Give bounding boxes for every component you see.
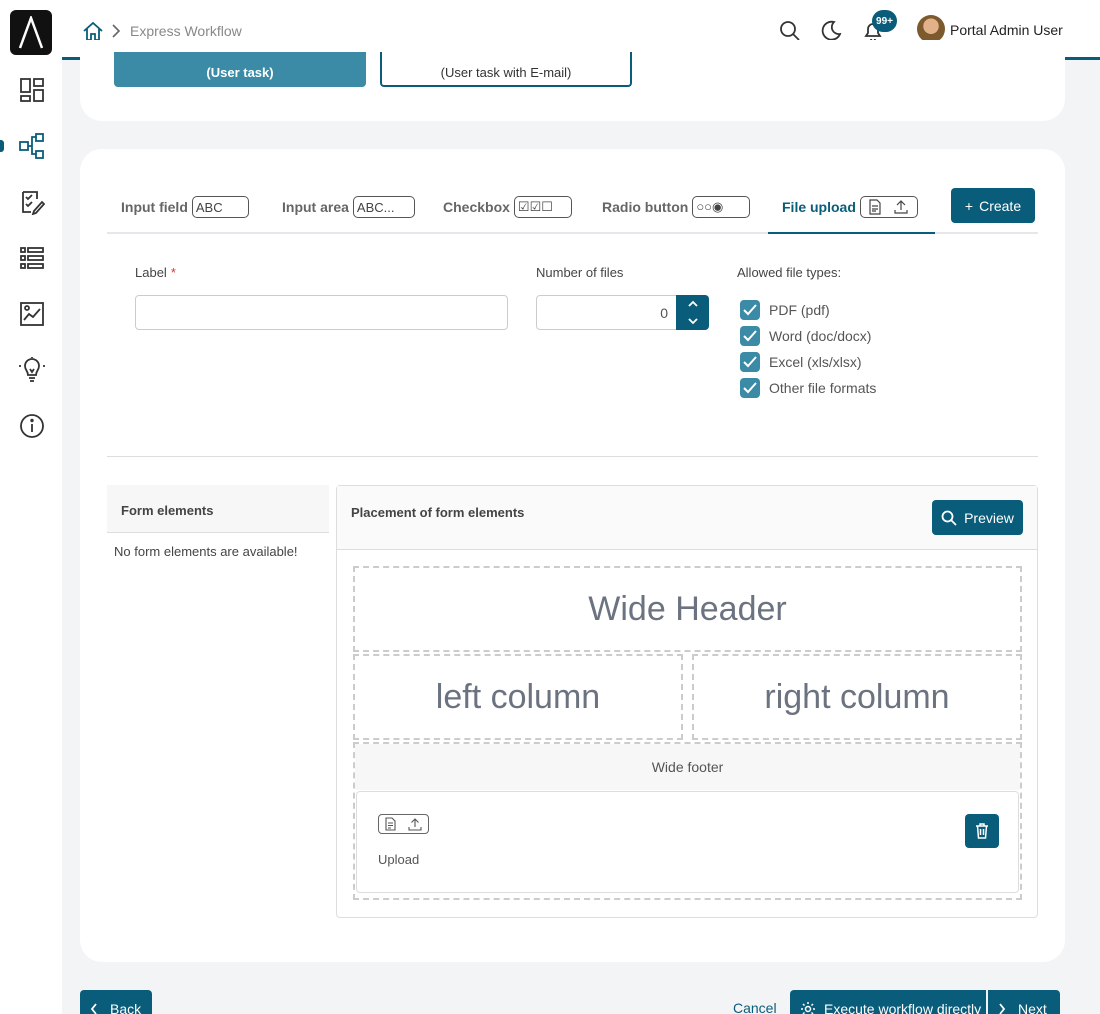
required-mark: * <box>170 265 176 280</box>
tab-checkbox[interactable]: Checkbox ☑☑☐ <box>443 195 572 219</box>
input-field-icon: ABC <box>191 196 249 218</box>
input-area-icon: ABC... <box>352 196 415 218</box>
upload-element-card[interactable]: Upload <box>356 791 1019 893</box>
element-type-tabs: Input field ABC Input area ABC... Checkb… <box>107 181 1038 234</box>
left-column-zone[interactable]: left column <box>353 654 683 740</box>
next-button[interactable]: Next <box>988 990 1060 1014</box>
tab-input-area[interactable]: Input area ABC... <box>282 195 415 219</box>
form-elements-header: Form elements <box>107 485 329 533</box>
label-input[interactable] <box>135 295 508 330</box>
placement-title: Placement of form elements <box>351 505 525 520</box>
dashboard-icon[interactable] <box>18 76 46 104</box>
number-stepper <box>676 295 709 330</box>
lightbulb-icon[interactable] <box>18 356 46 384</box>
tab-input-field[interactable]: Input field ABC <box>121 195 249 219</box>
gear-icon <box>801 1002 815 1014</box>
delete-button[interactable] <box>965 814 999 848</box>
chevron-left-icon <box>90 1003 97 1014</box>
app-logo[interactable] <box>10 10 52 55</box>
plus-icon: + <box>964 197 974 214</box>
placement-panel: Placement of form elements Preview Wide … <box>336 485 1038 918</box>
report-chart-icon[interactable] <box>18 300 46 328</box>
user-task-button[interactable]: (User task) <box>114 52 366 87</box>
workflow-icon[interactable] <box>18 132 46 160</box>
notification-badge: 99+ <box>872 10 897 32</box>
preview-button[interactable]: Preview <box>932 500 1023 535</box>
tab-label: Input area <box>282 199 349 215</box>
back-button[interactable]: Back <box>80 990 152 1014</box>
file-type-other[interactable]: Other file formats <box>740 378 876 398</box>
wide-footer-label: Wide footer <box>355 744 1020 790</box>
tab-label: Checkbox <box>443 199 510 215</box>
avatar[interactable] <box>917 15 945 43</box>
tab-radio-button[interactable]: Radio button ○○◉ <box>602 195 751 219</box>
chevron-right-icon <box>999 1003 1006 1014</box>
section-divider <box>107 456 1038 457</box>
checkbox-checked-icon[interactable] <box>740 352 760 372</box>
task-check-icon[interactable] <box>18 188 46 216</box>
file-type-pdf[interactable]: PDF (pdf) <box>740 300 830 320</box>
tab-label: Radio button <box>602 199 689 215</box>
radio-button-icon: ○○◉ <box>692 196 751 218</box>
task-type-card: (User task) (User task with E-mail) <box>80 40 1065 121</box>
chevron-up-icon[interactable] <box>687 300 699 308</box>
tab-label: Input field <box>121 199 188 215</box>
create-button[interactable]: + Create <box>951 188 1035 223</box>
label-field-label: Label * <box>135 265 176 280</box>
checkbox-checked-icon[interactable] <box>740 326 760 346</box>
file-type-excel[interactable]: Excel (xls/xlsx) <box>740 352 862 372</box>
file-type-word[interactable]: Word (doc/docx) <box>740 326 871 346</box>
chevron-down-icon[interactable] <box>687 317 699 325</box>
form-elements-title: Form elements <box>121 503 214 518</box>
execute-workflow-button[interactable]: Execute workflow directly <box>790 990 986 1014</box>
wide-footer-zone[interactable]: Wide footer Upload <box>353 742 1022 900</box>
right-column-zone[interactable]: right column <box>692 654 1022 740</box>
tab-file-upload[interactable]: File upload <box>782 195 918 219</box>
user-task-email-button[interactable]: (User task with E-mail) <box>380 52 632 87</box>
file-upload-icon <box>859 196 918 218</box>
checkbox-checked-icon[interactable] <box>740 300 760 320</box>
checkbox-checked-icon[interactable] <box>740 378 760 398</box>
chevron-right-icon <box>110 22 122 40</box>
breadcrumb-current: Express Workflow <box>130 23 242 39</box>
user-name[interactable]: Portal Admin User <box>950 22 1063 38</box>
number-of-files-label: Number of files <box>536 265 624 280</box>
checkbox-icon: ☑☑☐ <box>513 196 572 218</box>
trash-icon <box>976 823 988 839</box>
active-tab-underline <box>768 232 935 234</box>
home-icon[interactable] <box>82 20 104 42</box>
cancel-link[interactable]: Cancel <box>733 1000 777 1014</box>
upload-element-label: Upload <box>378 852 420 867</box>
file-upload-icon <box>378 814 429 834</box>
form-elements-empty: No form elements are available! <box>114 544 298 559</box>
wide-header-zone[interactable]: Wide Header <box>353 566 1022 652</box>
placement-header: Placement of form elements Preview <box>337 486 1037 550</box>
search-icon <box>941 510 957 526</box>
tab-label: File upload <box>782 199 856 215</box>
info-icon[interactable] <box>18 412 46 440</box>
sidebar <box>0 0 62 1014</box>
form-builder-card: Input field ABC Input area ABC... Checkb… <box>80 149 1065 962</box>
list-icon[interactable] <box>18 244 46 272</box>
nav-active-marker <box>0 140 4 152</box>
number-of-files-input[interactable]: 0 <box>536 295 677 330</box>
allowed-file-types-label: Allowed file types: <box>737 265 842 280</box>
